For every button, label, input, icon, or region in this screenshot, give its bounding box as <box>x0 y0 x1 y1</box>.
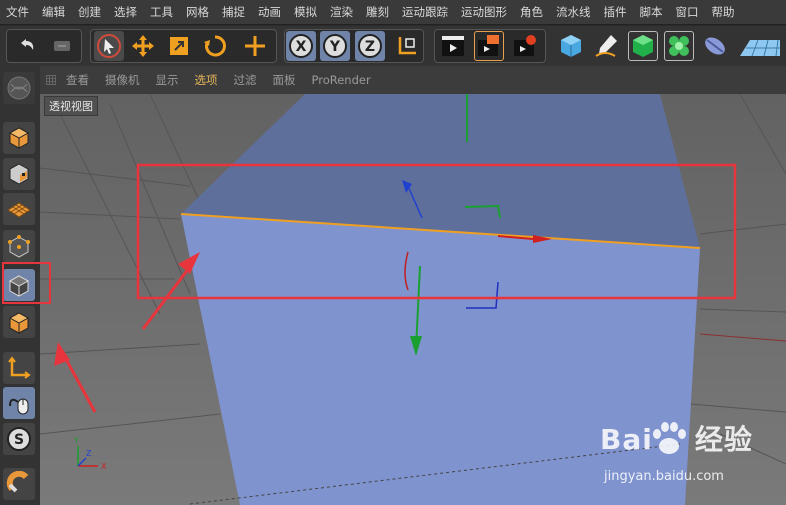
cube-front-face <box>181 214 700 505</box>
paw-icon <box>653 422 686 454</box>
world-axis-gizmo: Y X Z <box>73 436 107 471</box>
watermark-bai: Bai <box>600 423 653 456</box>
watermark-jingyan: 经验 <box>694 423 753 456</box>
grip-icon[interactable] <box>46 75 56 85</box>
viewport-menu-0[interactable]: 查看 <box>66 72 89 88</box>
watermark-url: jingyan.baidu.com <box>604 469 724 484</box>
viewport-menu-5[interactable]: 面板 <box>273 72 296 88</box>
gizmo-z-label: Z <box>86 449 92 458</box>
viewport-menu-2[interactable]: 显示 <box>156 72 179 88</box>
viewport-menu-4[interactable]: 过滤 <box>234 72 257 88</box>
highlight-edge-mode-box <box>2 262 51 304</box>
viewport-menu-1[interactable]: 摄像机 <box>105 72 140 88</box>
gizmo-x-label: X <box>101 462 107 471</box>
gizmo-y-label: Y <box>73 436 79 445</box>
viewport-menu-3[interactable]: 选项 <box>195 72 218 88</box>
viewport-title[interactable]: 透视视图 <box>44 96 98 116</box>
viewport-header: 查看 摄像机 显示 选项 过滤 面板 ProRender <box>40 66 786 95</box>
viewport-menu-6[interactable]: ProRender <box>312 73 371 87</box>
